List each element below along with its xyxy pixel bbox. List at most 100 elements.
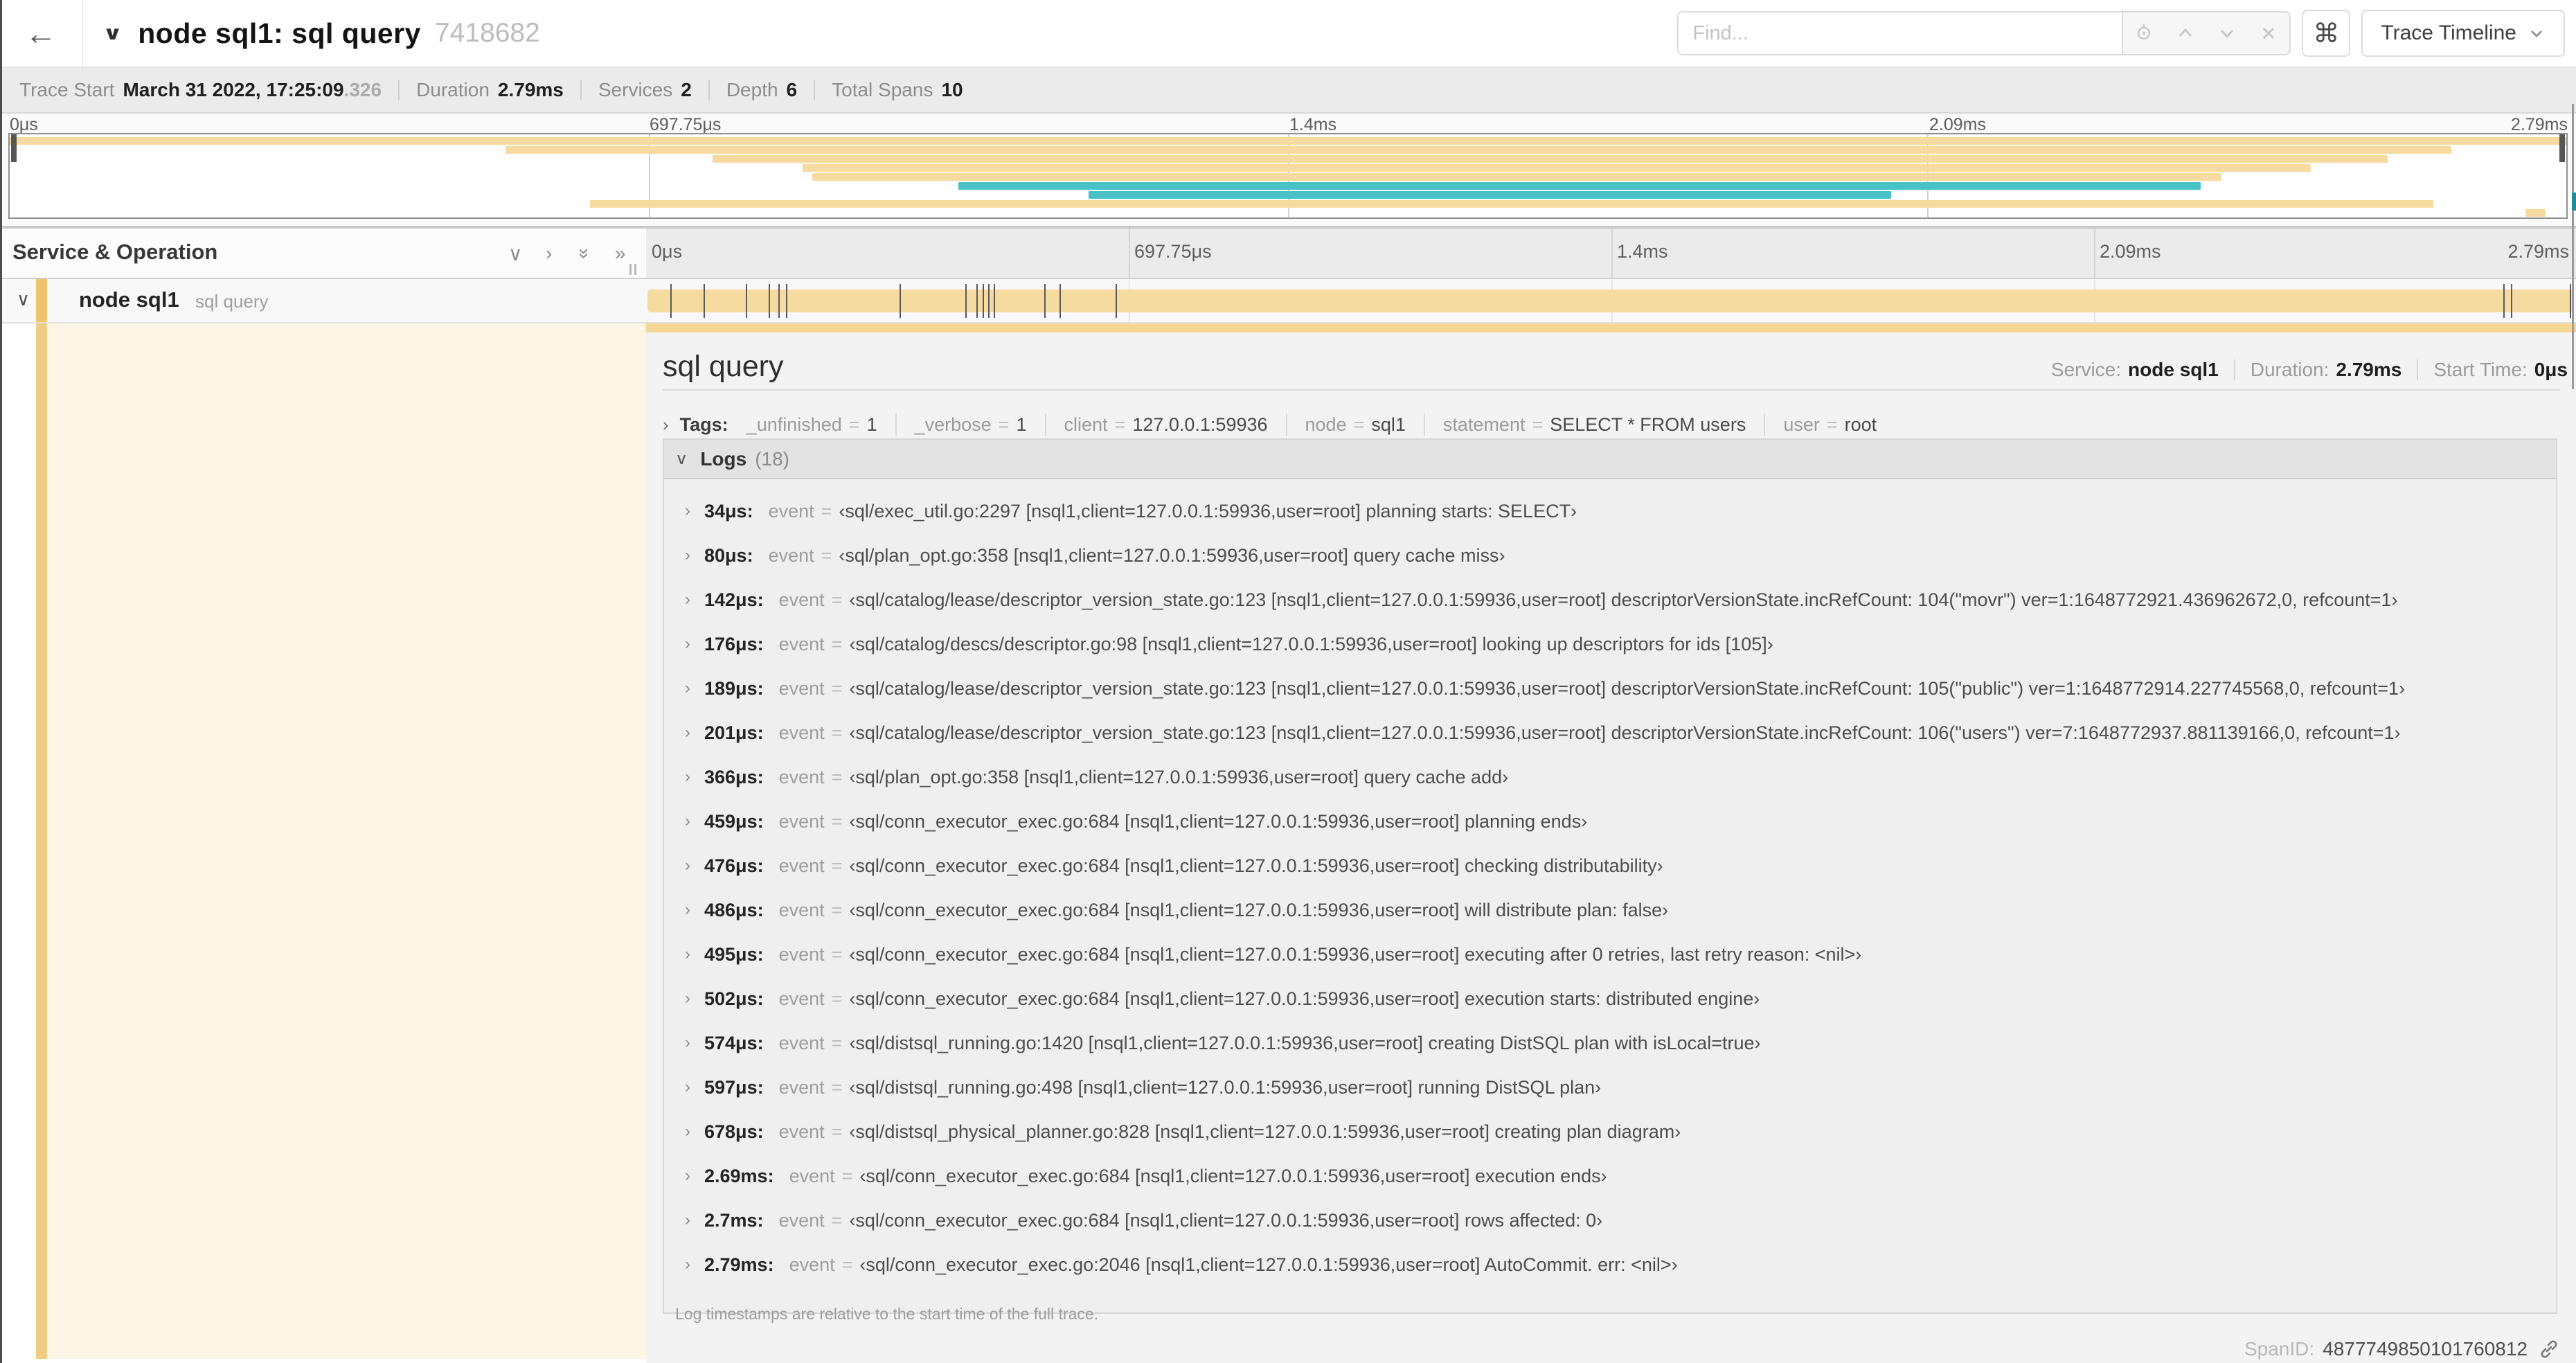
log-timestamp: 597μs: [704, 1076, 764, 1098]
chevron-right-icon: › [685, 767, 690, 786]
chevron-right-icon: › [685, 723, 690, 742]
column-resizer-grip[interactable] [629, 264, 636, 275]
view-dropdown-button[interactable]: Trace Timeline [2361, 10, 2565, 57]
log-equals: = [831, 633, 843, 654]
find-input[interactable] [1677, 11, 2122, 55]
divider [1423, 413, 1425, 436]
find-prev-icon[interactable] [2174, 21, 2197, 45]
span-row[interactable]: ∨ node sql1 sql query [0, 279, 2576, 323]
scrollbar-thumb[interactable] [2572, 104, 2574, 389]
service-value: node sql1 [2128, 359, 2219, 380]
log-row[interactable]: › 142μs: event = ‹sql/catalog/lease/desc… [664, 578, 2556, 622]
log-timestamp: 201μs: [704, 722, 764, 743]
logs-header[interactable]: ∨ Logs (18) [664, 440, 2556, 479]
log-timestamp: 495μs: [704, 943, 764, 965]
log-marker-tick [900, 284, 902, 318]
logs-count: (18) [755, 447, 789, 470]
log-row[interactable]: › 502μs: event = ‹sql/conn_executor_exec… [664, 977, 2556, 1021]
span-id-label: SpanID: [2244, 1337, 2315, 1360]
divider [2233, 359, 2235, 380]
minimap-span-bar [713, 155, 2388, 163]
trace-collapse-chevron-icon[interactable]: ∨ [102, 22, 123, 44]
divider [398, 80, 400, 100]
log-field-value: ‹sql/conn_executor_exec.go:684 [nsql1,cl… [849, 1209, 1603, 1231]
log-timestamp: 476μs: [704, 855, 764, 876]
chevron-right-icon: › [685, 945, 690, 963]
log-field-key: event [778, 766, 825, 787]
log-row[interactable]: › 366μs: event = ‹sql/plan_opt.go:358 [n… [664, 755, 2556, 799]
span-collapse-chevron-icon[interactable]: ∨ [17, 289, 30, 310]
chevron-right-icon: › [685, 1211, 690, 1229]
log-timestamp: 2.79ms: [704, 1254, 774, 1275]
log-row[interactable]: › 459μs: event = ‹sql/conn_executor_exec… [664, 799, 2556, 844]
minimap-span-bar [10, 137, 2566, 145]
log-row[interactable]: › 80μs: event = ‹sql/plan_opt.go:358 [ns… [664, 533, 2556, 578]
service-label: Service: [2050, 359, 2122, 380]
log-row[interactable]: › 597μs: event = ‹sql/distsql_running.go… [664, 1065, 2556, 1110]
log-row[interactable]: › 678μs: event = ‹sql/distsql_physical_p… [664, 1110, 2556, 1154]
log-row[interactable]: › 34μs: event = ‹sql/exec_util.go:2297 [… [664, 489, 2556, 533]
log-row[interactable]: › 201μs: event = ‹sql/catalog/lease/desc… [664, 711, 2556, 755]
log-marker-tick [778, 284, 780, 318]
log-row[interactable]: › 176μs: event = ‹sql/catalog/descs/desc… [664, 622, 2556, 666]
expand-one-icon[interactable]: › [546, 242, 552, 265]
tag-equals: = [998, 413, 1010, 435]
page-title: node sql1: sql query [138, 17, 421, 49]
link-icon[interactable] [2537, 1337, 2561, 1361]
span-duration-bar[interactable] [647, 289, 2574, 312]
log-field-value: ‹sql/conn_executor_exec.go:684 [nsql1,cl… [859, 1165, 1607, 1186]
minimap-span-bar [802, 164, 2311, 172]
log-marker-tick [965, 284, 967, 318]
span-detail-panel: sql query Service: node sql1 Duration: 2… [646, 323, 2576, 1363]
minimap-left-drag-handle[interactable] [11, 134, 17, 162]
log-field-key: event [778, 633, 825, 654]
span-timeline-cell[interactable] [646, 279, 2576, 322]
log-field-key: event [789, 1165, 835, 1186]
services-value: 2 [681, 79, 692, 100]
tag-item: statement = SELECT * FROM users [1443, 414, 1746, 436]
timeline-minimap: 0μs 697.75μs 1.4ms 2.09ms 2.79ms [0, 114, 2576, 229]
log-field-value: ‹sql/conn_executor_exec.go:684 [nsql1,cl… [849, 899, 1669, 920]
chevron-right-icon: › [685, 1122, 690, 1141]
log-row[interactable]: › 495μs: event = ‹sql/conn_executor_exec… [664, 932, 2556, 977]
keyboard-shortcuts-button[interactable]: ⌘ [2302, 10, 2351, 57]
minimap-right-drag-handle[interactable] [2559, 134, 2565, 162]
log-equals: = [821, 500, 832, 522]
view-dropdown-label: Trace Timeline [2381, 21, 2516, 44]
tag-equals: = [1532, 413, 1544, 435]
divider [1044, 413, 1046, 436]
back-button[interactable]: ← [0, 0, 83, 66]
tag-item: _unfinished = 1 [746, 414, 877, 436]
locate-icon[interactable] [2132, 21, 2156, 45]
log-row[interactable]: › 2.79ms: event = ‹sql/conn_executor_exe… [664, 1242, 2556, 1287]
trace-stats-bar: Trace Start March 31 2022, 17:25:09 .326… [0, 68, 2576, 114]
divider [663, 389, 2560, 391]
chevron-right-icon: › [685, 590, 690, 609]
collapse-one-icon[interactable]: ∨ [508, 242, 523, 265]
log-field-key: event [768, 500, 814, 522]
expand-all-icon[interactable]: » [615, 242, 626, 265]
find-clear-icon[interactable] [2257, 21, 2280, 45]
chevron-right-icon: › [685, 501, 690, 520]
log-equals: = [841, 1165, 853, 1186]
collapse-all-icon[interactable]: » [573, 248, 596, 259]
ruler-divider [2094, 229, 2095, 278]
log-row[interactable]: › 486μs: event = ‹sql/conn_executor_exec… [664, 888, 2556, 932]
find-next-icon[interactable] [2215, 21, 2239, 45]
log-row[interactable]: › 2.7ms: event = ‹sql/conn_executor_exec… [664, 1198, 2556, 1242]
ruler-tick-label: 697.75μs [1134, 241, 1212, 262]
span-id-value: 4877749850101760812 [2323, 1337, 2528, 1360]
log-row[interactable]: › 574μs: event = ‹sql/distsql_running.go… [664, 1021, 2556, 1065]
log-marker-tick [2511, 284, 2513, 318]
chevron-down-icon [2531, 30, 2542, 37]
detail-overview-stats: Service: node sql1 Duration: 2.79ms Star… [2051, 359, 2568, 381]
minimap-span-bar [506, 146, 2451, 154]
header-toolbar: ⌘ Trace Timeline [1677, 0, 2576, 66]
logs-list: › 34μs: event = ‹sql/exec_util.go:2297 [… [664, 479, 2556, 1287]
minimap-canvas[interactable] [8, 133, 2568, 219]
log-equals: = [831, 943, 843, 965]
log-row[interactable]: › 2.69ms: event = ‹sql/conn_executor_exe… [664, 1154, 2556, 1198]
log-row[interactable]: › 476μs: event = ‹sql/conn_executor_exec… [664, 844, 2556, 888]
log-row[interactable]: › 189μs: event = ‹sql/catalog/lease/desc… [664, 666, 2556, 711]
log-marker-tick [982, 284, 984, 318]
